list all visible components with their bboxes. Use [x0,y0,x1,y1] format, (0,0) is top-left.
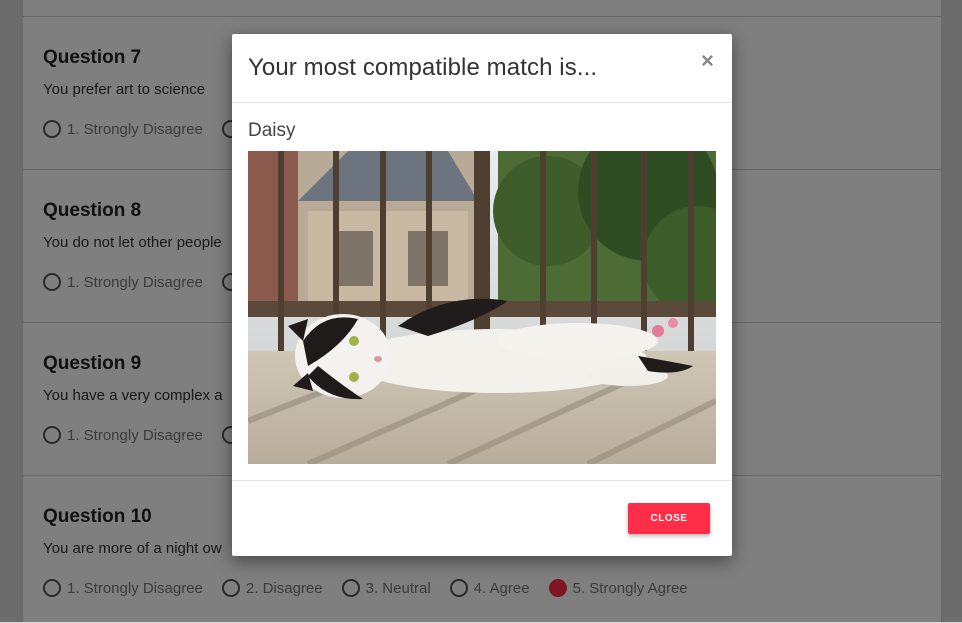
modal-footer-divider [232,480,732,481]
close-button[interactable]: CLOSE [628,503,710,534]
close-icon[interactable]: × [701,50,714,72]
modal-title: Your most compatible match is... [248,54,598,81]
match-photo [248,151,716,464]
match-name: Daisy [248,120,296,141]
match-modal: Your most compatible match is... × Daisy [232,34,732,556]
modal-header: Your most compatible match is... × [232,34,732,103]
cat-photo-illustration [248,151,716,464]
